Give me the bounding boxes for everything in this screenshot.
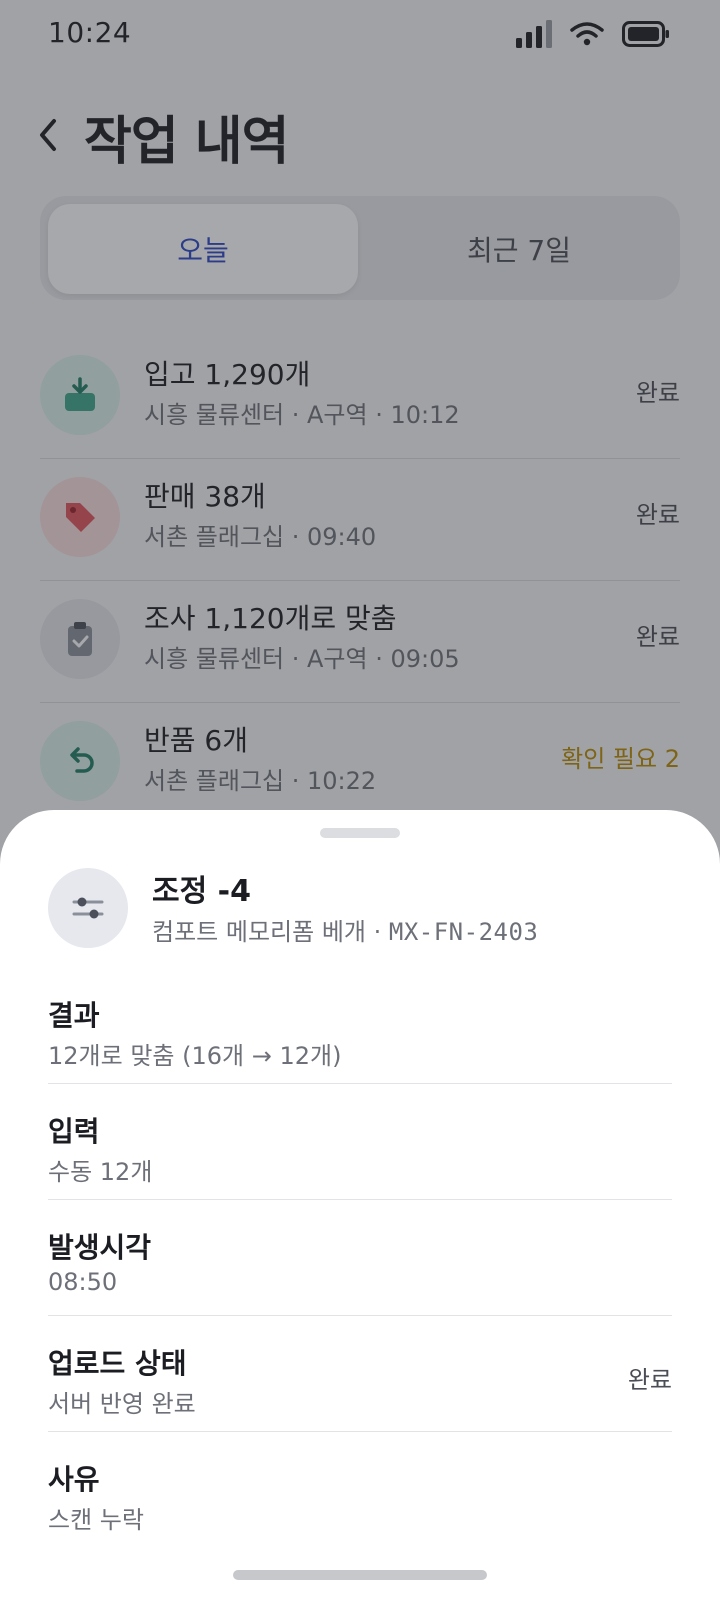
sheet-product: 컴포트 메모리폼 베개 · MX-FN-2403 bbox=[152, 912, 538, 947]
detail-label: 사유 bbox=[48, 1463, 100, 1496]
sliders-icon bbox=[48, 868, 128, 948]
detail-value: 스캔 누락 bbox=[48, 1506, 144, 1534]
detail-label: 입력 bbox=[48, 1115, 100, 1148]
detail-row: 발생시각 08:50 bbox=[48, 1200, 672, 1316]
detail-row: 사유 스캔 누락 bbox=[48, 1432, 672, 1547]
detail-value: 08:50 bbox=[48, 1268, 118, 1296]
upload-status: 완료 bbox=[627, 1366, 672, 1394]
detail-row: 결과 12개로 맞춤 (16개 → 12개) bbox=[48, 968, 672, 1084]
detail-label: 업로드 상태 bbox=[48, 1347, 187, 1380]
detail-list: 결과 12개로 맞춤 (16개 → 12개) 입력 수동 12개 발생시각 08… bbox=[48, 968, 672, 1547]
sheet-title: 조정 -4 bbox=[152, 874, 251, 909]
detail-row: 업로드 상태 서버 반영 완료 완료 bbox=[48, 1316, 672, 1432]
detail-value: 수동 12개 bbox=[48, 1158, 153, 1186]
detail-value: 12개로 맞춤 (16개 → 12개) bbox=[48, 1042, 342, 1070]
detail-label: 결과 bbox=[48, 999, 100, 1032]
detail-bottom-sheet: 조정 -4 컴포트 메모리폼 베개 · MX-FN-2403 결과 12개로 맞… bbox=[0, 810, 720, 1600]
detail-row: 입력 수동 12개 bbox=[48, 1084, 672, 1200]
detail-value: 서버 반영 완료 bbox=[48, 1390, 196, 1418]
product-name: 컴포트 메모리폼 베개 · bbox=[152, 918, 389, 946]
product-sku: MX-FN-2403 bbox=[388, 918, 539, 946]
detail-label: 발생시각 bbox=[48, 1231, 152, 1264]
home-indicator[interactable] bbox=[233, 1570, 487, 1580]
sheet-grabber[interactable] bbox=[320, 828, 400, 838]
